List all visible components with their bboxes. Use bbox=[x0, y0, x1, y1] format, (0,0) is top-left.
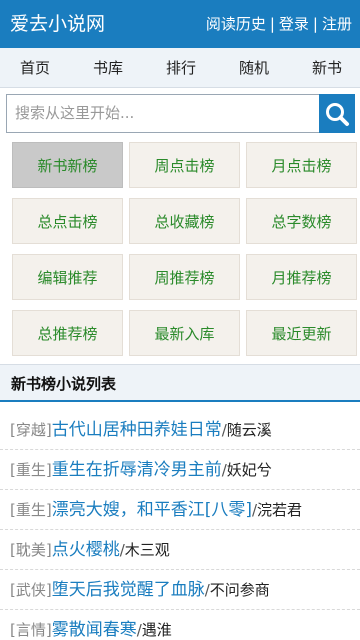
section-title: 新书榜小说列表 bbox=[11, 375, 117, 393]
author-name[interactable]: 浣若君 bbox=[257, 501, 302, 519]
search-bar: 搜索从这里开始... bbox=[6, 94, 355, 133]
genre-tag: [重生] bbox=[10, 501, 52, 519]
rank-weekly-recommend[interactable]: 周推荐榜 bbox=[129, 254, 240, 300]
search-button[interactable] bbox=[319, 94, 355, 133]
genre-tag: [武侠] bbox=[10, 581, 52, 599]
genre-tag: [重生] bbox=[10, 461, 52, 479]
book-title-link[interactable]: 堕天后我觉醒了血脉 bbox=[52, 580, 205, 600]
nav-home[interactable]: 首页 bbox=[20, 57, 50, 78]
search-icon bbox=[326, 102, 349, 126]
nav-random[interactable]: 随机 bbox=[239, 57, 269, 78]
section-header: 新书榜小说列表 bbox=[0, 364, 360, 402]
author-name[interactable]: 随云溪 bbox=[227, 421, 272, 439]
rank-weekly-clicks[interactable]: 周点击榜 bbox=[129, 142, 240, 188]
rank-newly-added[interactable]: 最新入库 bbox=[129, 310, 240, 356]
site-logo[interactable]: 爱去小说网 bbox=[10, 11, 105, 37]
nav-ranking[interactable]: 排行 bbox=[166, 57, 196, 78]
genre-tag: [穿越] bbox=[10, 421, 52, 439]
book-title-link[interactable]: 雾散闻春寒 bbox=[52, 620, 137, 640]
list-item: [重生]漂亮大嫂，和平香江[八零]/浣若君 bbox=[0, 490, 360, 530]
list-item: [耽美]点火樱桃/木三观 bbox=[0, 530, 360, 570]
author-name[interactable]: 遇淮 bbox=[142, 621, 172, 639]
divider: | bbox=[269, 15, 275, 33]
nav-library[interactable]: 书库 bbox=[93, 57, 123, 78]
divider: | bbox=[312, 15, 318, 33]
nav-new-books[interactable]: 新书 bbox=[312, 57, 342, 78]
rank-total-clicks[interactable]: 总点击榜 bbox=[12, 198, 123, 244]
register-link[interactable]: 注册 bbox=[322, 12, 352, 36]
book-title-link[interactable]: 古代山居种田养娃日常 bbox=[52, 420, 222, 440]
list-item: [武侠]堕天后我觉醒了血脉/不问参商 bbox=[0, 570, 360, 610]
rank-total-recommend[interactable]: 总推荐榜 bbox=[12, 310, 123, 356]
reading-history-link[interactable]: 阅读历史 bbox=[206, 12, 266, 36]
book-title-link[interactable]: 重生在折辱清冷男主前 bbox=[52, 460, 222, 480]
rank-total-words[interactable]: 总字数榜 bbox=[246, 198, 357, 244]
login-link[interactable]: 登录 bbox=[279, 12, 309, 36]
book-title-link[interactable]: 漂亮大嫂，和平香江[八零] bbox=[52, 500, 252, 520]
list-item: [重生]重生在折辱清冷男主前/妖妃兮 bbox=[0, 450, 360, 490]
author-name[interactable]: 妖妃兮 bbox=[227, 461, 272, 479]
rank-total-favorites[interactable]: 总收藏榜 bbox=[129, 198, 240, 244]
genre-tag: [耽美] bbox=[10, 541, 52, 559]
main-nav: 首页 书库 排行 随机 新书 bbox=[0, 48, 360, 88]
author-name[interactable]: 不问参商 bbox=[210, 581, 270, 599]
author-name[interactable]: 木三观 bbox=[125, 541, 170, 559]
rank-monthly-recommend[interactable]: 月推荐榜 bbox=[246, 254, 357, 300]
book-title-link[interactable]: 点火樱桃 bbox=[52, 540, 120, 560]
genre-tag: [言情] bbox=[10, 621, 52, 639]
list-item: [穿越]古代山居种田养娃日常/随云溪 bbox=[0, 410, 360, 450]
list-item: [言情]雾散闻春寒/遇淮 bbox=[0, 610, 360, 640]
rank-editor-picks[interactable]: 编辑推荐 bbox=[12, 254, 123, 300]
rank-monthly-clicks[interactable]: 月点击榜 bbox=[246, 142, 357, 188]
top-header: 爱去小说网 阅读历史 | 登录 | 注册 bbox=[0, 0, 360, 48]
search-input[interactable]: 搜索从这里开始... bbox=[6, 94, 319, 133]
header-links: 阅读历史 | 登录 | 注册 bbox=[206, 12, 352, 36]
rank-recently-updated[interactable]: 最近更新 bbox=[246, 310, 357, 356]
rank-new-books[interactable]: 新书新榜 bbox=[12, 142, 123, 188]
